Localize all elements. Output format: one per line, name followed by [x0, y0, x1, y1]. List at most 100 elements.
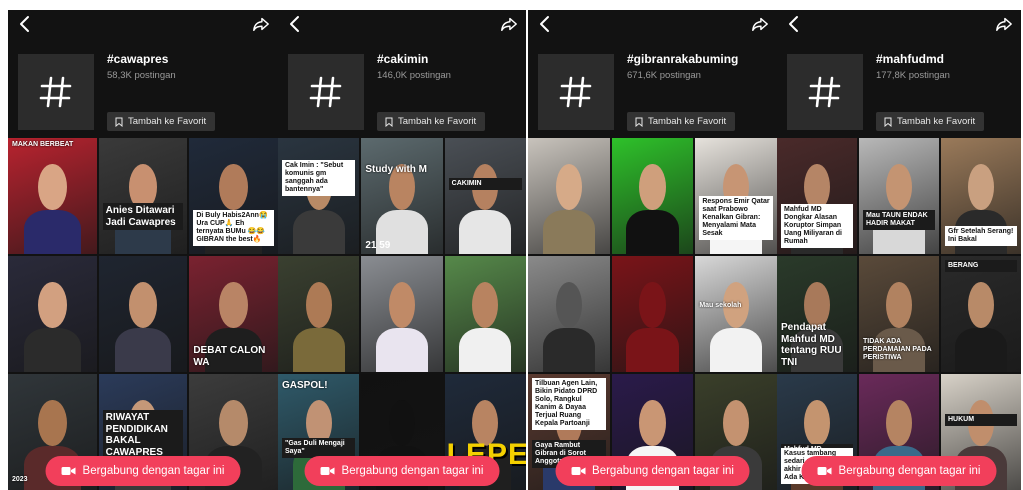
video-thumbnail[interactable]: BERANG [941, 256, 1021, 372]
person-head [472, 281, 499, 328]
video-thumbnail[interactable]: Pendapat Mahfud MD tentang RUU TNI [777, 256, 857, 372]
back-arrow-icon[interactable] [288, 14, 302, 34]
top-bar [528, 10, 777, 40]
person-body [292, 327, 345, 372]
video-grid: Respons Emir Qatar saat Prabowo Kenalkan… [528, 138, 777, 490]
join-hashtag-button[interactable]: Bergabung dengan tagar ini [304, 456, 500, 486]
hashtag-icon [559, 76, 592, 108]
video-thumbnail[interactable] [528, 138, 610, 254]
person-body [710, 327, 763, 372]
post-count: 671,6K postingan [627, 70, 701, 81]
video-thumbnail[interactable] [8, 256, 97, 372]
top-bar [278, 10, 526, 40]
post-count: 58,3K postingan [107, 70, 176, 81]
person-head [38, 399, 67, 446]
video-thumbnail[interactable]: Cak Imin : "Sebut komunis gm sanggah ada… [278, 138, 360, 254]
join-hashtag-button[interactable]: Bergabung dengan tagar ini [45, 456, 241, 486]
video-thumbnail[interactable]: Gfr Setelah Serang! Ini Bakal [941, 138, 1021, 254]
video-thumbnail[interactable] [611, 256, 694, 372]
thumbnail-caption: Mau sekolah [699, 302, 742, 309]
person-body [955, 327, 1007, 372]
thumbnail-person [528, 138, 610, 254]
person-body [459, 327, 512, 372]
video-camera-icon [320, 467, 335, 475]
video-thumbnail[interactable]: Mau TAUN ENDAK HADIR MAKAT [859, 138, 939, 254]
hashtag-title: #cawapres [107, 52, 169, 66]
person-body [292, 209, 345, 254]
post-count: 146,0K postingan [377, 70, 451, 81]
thumbnail-person [859, 138, 939, 254]
video-thumbnail[interactable]: Anies Ditawari Jadi Cawapres [98, 138, 188, 254]
video-thumbnail[interactable] [278, 256, 360, 372]
back-arrow-icon[interactable] [787, 14, 801, 34]
video-thumbnail[interactable] [444, 256, 526, 372]
join-hashtag-button[interactable]: Bergabung dengan tagar ini [555, 456, 750, 486]
video-thumbnail[interactable] [361, 256, 443, 372]
video-thumbnail[interactable]: CAKIMIN [444, 138, 526, 254]
back-arrow-icon[interactable] [538, 14, 552, 34]
person-head [886, 281, 912, 328]
video-thumbnail[interactable]: Mau sekolah [695, 256, 777, 372]
hashtag-icon [39, 76, 72, 108]
bookmark-icon [385, 117, 393, 127]
thumbnail-caption: DEBAT CALON WA [193, 345, 266, 368]
thumbnail-person [941, 256, 1021, 372]
join-hashtag-button[interactable]: Bergabung dengan tagar ini [801, 456, 997, 486]
share-icon[interactable] [751, 15, 769, 33]
person-head [968, 281, 994, 328]
thumbnail-person [528, 256, 610, 372]
top-bar [777, 10, 1021, 40]
person-head [305, 281, 332, 328]
hashtag-avatar [787, 54, 863, 130]
thumbnail-caption: MAKAN BERBEAT [12, 141, 74, 148]
video-thumbnail[interactable]: TIDAK ADA PERDAMAIAN PADA PERISTIWA [859, 256, 939, 372]
back-arrow-icon[interactable] [18, 14, 32, 34]
video-thumbnail[interactable]: Study with M 21 59 [361, 138, 443, 254]
video-thumbnail[interactable]: MAKAN BERBEAT [8, 138, 97, 254]
add-to-favorites-button[interactable]: Tambah ke Favorit [876, 112, 985, 131]
join-hashtag-label: Bergabung dengan tagar ini [838, 465, 981, 477]
person-body [375, 327, 428, 372]
person-head [886, 163, 912, 210]
thumbnail-caption: CAKIMIN [448, 178, 522, 191]
video-thumbnail[interactable]: DEBAT CALON WA [189, 256, 278, 372]
person-body [626, 327, 679, 372]
hashtag-page-gibranrakabuming: #gibranrakabuming 671,6K postingan Tamba… [528, 10, 777, 490]
thumbnail-person [361, 138, 442, 254]
video-duration: 21 59 [365, 240, 391, 251]
person-head [388, 281, 415, 328]
thumbnail-person [8, 256, 97, 372]
hashtag-title: #mahfudmd [876, 52, 945, 66]
add-to-favorites-button[interactable]: Tambah ke Favorit [107, 112, 216, 131]
video-thumbnail[interactable]: Respons Emir Qatar saat Prabowo Kenalkan… [695, 138, 777, 254]
share-icon[interactable] [500, 15, 518, 33]
hashtag-title: #gibranrakabuming [627, 52, 739, 66]
add-to-favorites-label: Tambah ke Favorit [897, 116, 976, 127]
thumbnail-person [99, 138, 188, 254]
join-hashtag-label: Bergabung dengan tagar ini [82, 465, 225, 477]
thumbnail-caption: HUKUM [945, 414, 1017, 427]
video-thumbnail[interactable]: Mahfud MD Dongkar Alasan Koruptor Simpan… [777, 138, 857, 254]
video-thumbnail[interactable]: Di Buly Habis2Ann😭Ura CUP🙏 Eh ternyata B… [189, 138, 278, 254]
thumbnail-caption: Tilbuan Agen Lain, Bikin Pidato DPRD Sol… [532, 378, 606, 431]
video-camera-icon [817, 467, 832, 475]
video-thumbnail[interactable] [611, 138, 694, 254]
share-icon[interactable] [252, 15, 270, 33]
add-to-favorites-button[interactable]: Tambah ke Favorit [627, 112, 736, 131]
thumbnail-person [445, 256, 526, 372]
person-body [626, 209, 679, 254]
add-to-favorites-label: Tambah ke Favorit [128, 116, 207, 127]
video-thumbnail[interactable] [528, 256, 610, 372]
thumbnail-caption: Gfr Setelah Serang! Ini Bakal [945, 225, 1017, 246]
person-head [219, 399, 248, 446]
person-head [388, 399, 415, 446]
person-head [804, 281, 830, 328]
person-head [219, 163, 248, 210]
add-to-favorites-button[interactable]: Tambah ke Favorit [377, 112, 486, 131]
video-thumbnail[interactable] [98, 256, 188, 372]
share-icon[interactable] [995, 15, 1013, 33]
video-grid: Mahfud MD Dongkar Alasan Koruptor Simpan… [777, 138, 1021, 490]
hashtag-page-mahfudmd: #mahfudmd 177,8K postingan Tambah ke Fav… [777, 10, 1021, 490]
video-grid: MAKAN BERBEAT Anies Ditawari Jadi Cawapre… [8, 138, 278, 490]
person-head [723, 399, 750, 446]
